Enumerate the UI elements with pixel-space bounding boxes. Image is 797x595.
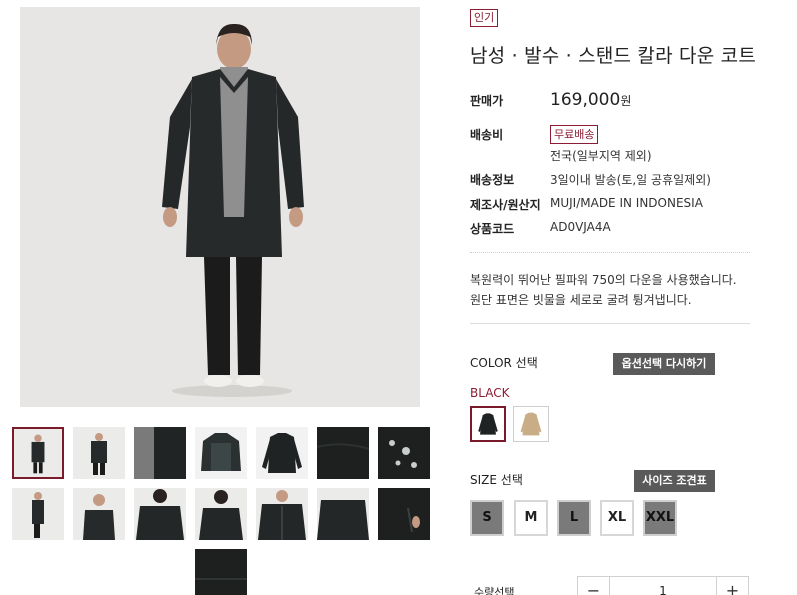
thumbnail-front-collar[interactable] (256, 488, 308, 540)
maker-origin-label: 제조사/원산지 (470, 198, 541, 212)
quantity-label: 수량선택 (474, 586, 515, 595)
free-shipping-badge: 무료배송 (550, 125, 599, 144)
quantity-minus-button[interactable]: − (578, 577, 610, 595)
quantity-plus-button[interactable]: + (716, 577, 748, 595)
thumbnail-coat-flat[interactable] (256, 427, 308, 479)
maker-origin-value: MUJI/MADE IN INDONESIA (550, 196, 703, 210)
quantity-input[interactable]: 1 (610, 577, 716, 595)
size-option-xxl[interactable]: XXL (643, 500, 677, 536)
product-description-line-1: 복원력이 뛰어난 필파워 750의 다운을 사용했습니다. (470, 273, 737, 287)
thumbnail-water-droplets[interactable] (378, 427, 430, 479)
size-option-m[interactable]: M (514, 500, 548, 536)
product-title: 남성 · 발수 · 스탠드 칼라 다운 코트 (470, 45, 756, 67)
thumbnail-lining-detail[interactable] (134, 427, 186, 479)
thumbnail-coat-open-flat[interactable] (195, 427, 247, 479)
size-option-l[interactable]: L (557, 500, 591, 536)
size-option-s[interactable]: S (470, 500, 504, 536)
thumbnail-back-view[interactable] (195, 488, 247, 540)
divider (470, 252, 750, 253)
size-option-xl[interactable]: XL (600, 500, 634, 536)
product-price: 169,000원 (550, 90, 631, 110)
thumbnail-fabric-texture[interactable] (317, 427, 369, 479)
color-swatch-beige[interactable] (513, 406, 549, 442)
price-label: 판매가 (470, 94, 504, 108)
shipping-fee-label: 배송비 (470, 128, 504, 142)
size-chart-button[interactable]: 사이즈 조견표 (634, 470, 715, 492)
color-select-label: COLOR 선택 (470, 356, 538, 370)
thumbnail-front-full[interactable] (12, 427, 64, 479)
thumbnail-side-view[interactable] (12, 488, 64, 540)
thumbnail-hem-detail[interactable] (195, 549, 247, 595)
size-select-label: SIZE 선택 (470, 473, 523, 487)
main-product-image (20, 7, 420, 407)
price-amount: 169,000 (550, 90, 621, 110)
thumbnail-front-full-2[interactable] (73, 427, 125, 479)
delivery-info-value: 3일이내 발송(토,일 공휴일제외) (550, 173, 711, 187)
divider (470, 323, 750, 324)
product-code-label: 상품코드 (470, 222, 515, 236)
delivery-info-label: 배송정보 (470, 173, 515, 187)
product-code-value: AD0VJA4A (550, 220, 611, 234)
model-wearing-coat-photo (20, 7, 420, 407)
popular-badge: 인기 (470, 9, 499, 27)
thumbnail-upper-body[interactable] (73, 488, 125, 540)
quantity-stepper: − 1 + (577, 576, 749, 595)
reset-options-button[interactable]: 옵션선택 다시하기 (613, 353, 715, 375)
selected-color-name: BLACK (470, 386, 510, 400)
price-currency: 원 (620, 94, 632, 108)
thumbnail-back-collar[interactable] (134, 488, 186, 540)
thumbnail-collar-detail[interactable] (317, 488, 369, 540)
color-swatch-black[interactable] (470, 406, 506, 442)
product-description-line-2: 원단 표면은 빗물을 세로로 굴려 튕겨냅니다. (470, 293, 692, 307)
thumbnail-pocket-detail[interactable] (378, 488, 430, 540)
shipping-note: 전국(일부지역 제외) (550, 149, 652, 163)
